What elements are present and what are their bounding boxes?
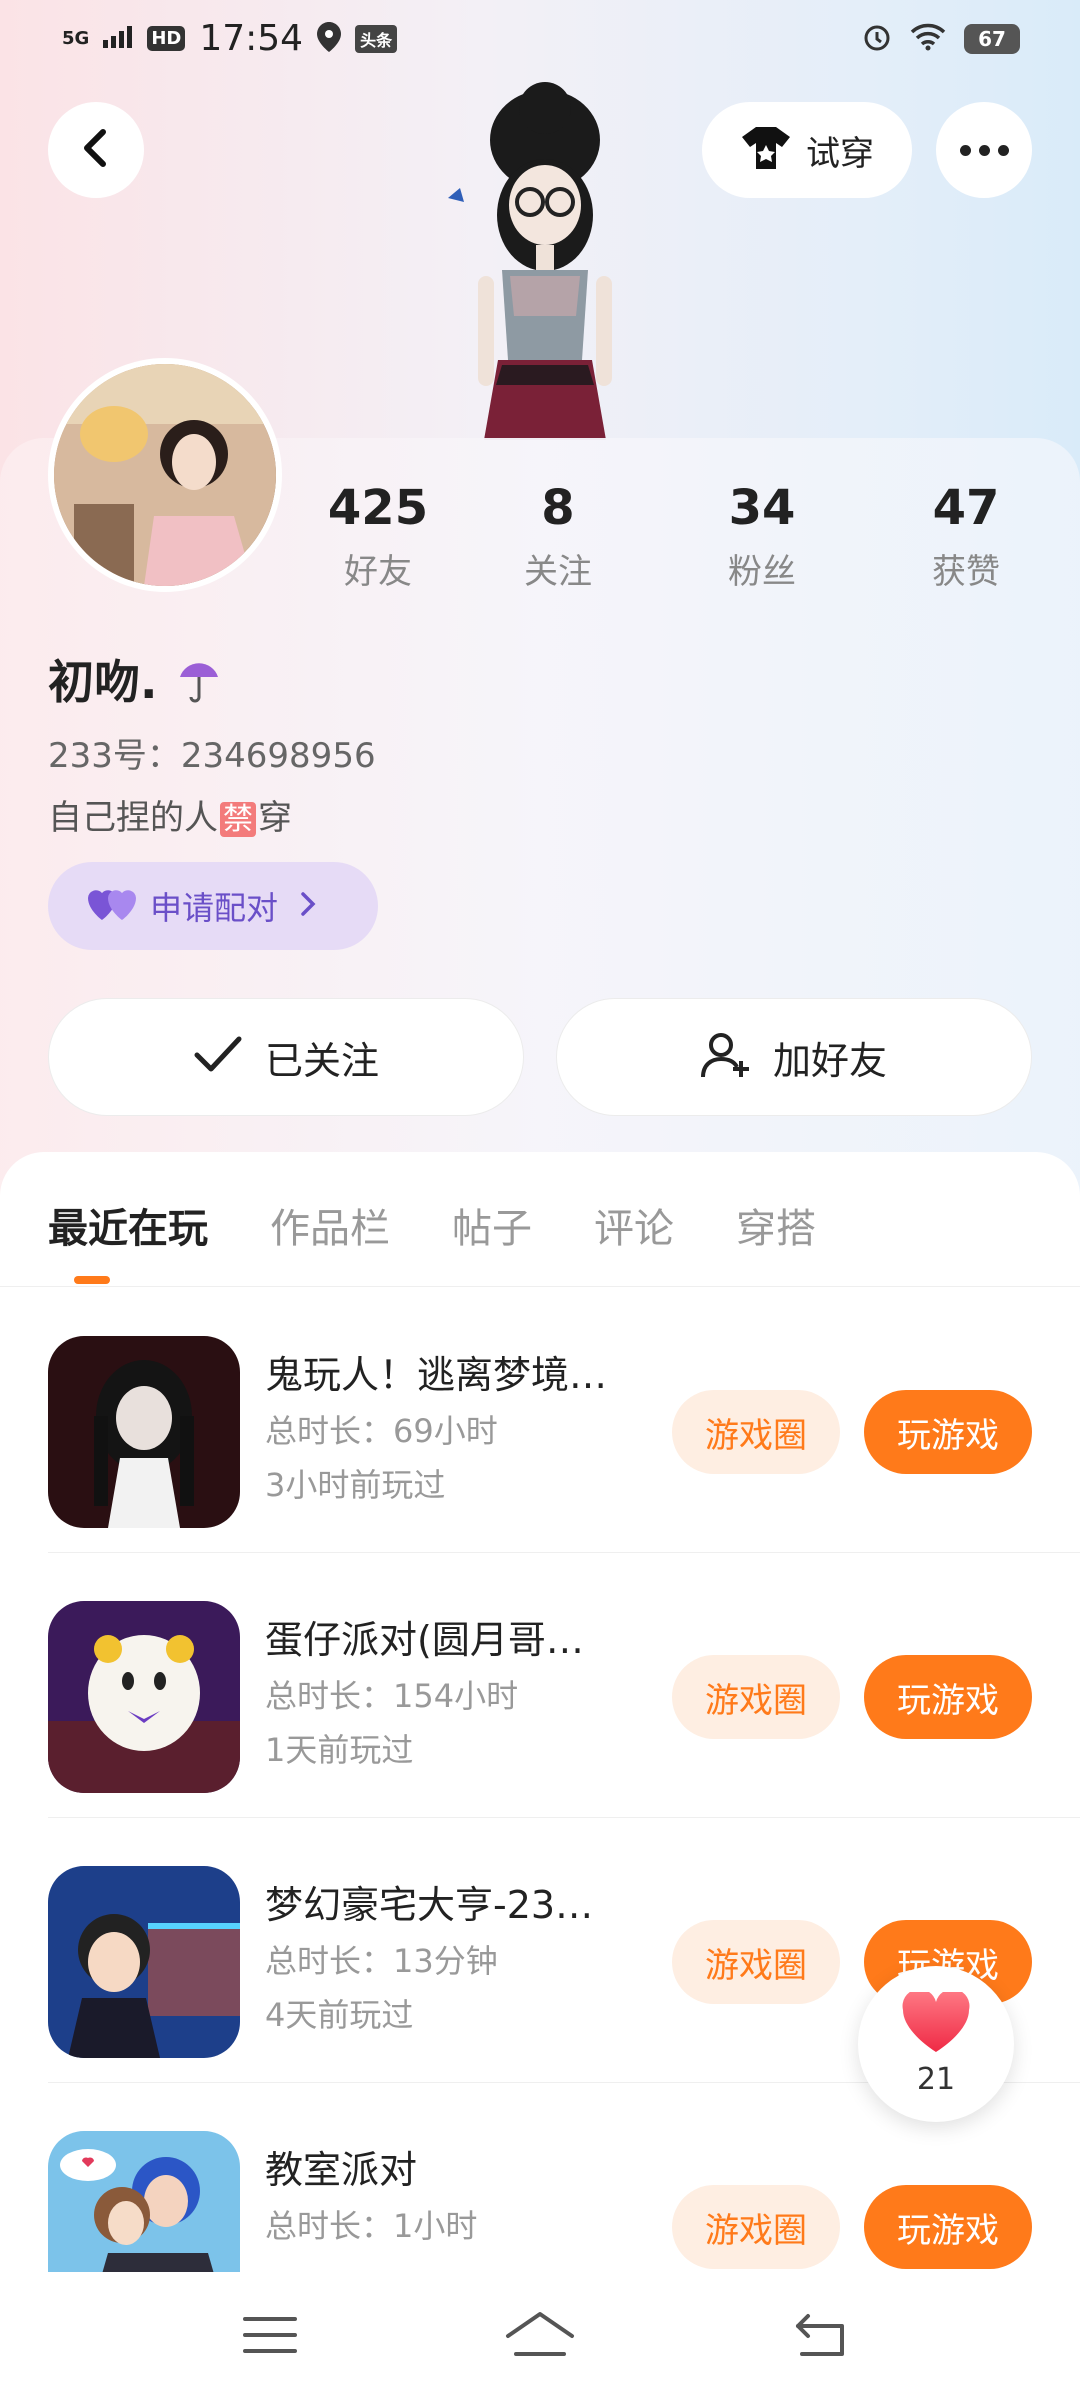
- more-button[interactable]: [936, 102, 1032, 198]
- status-bar: 5G HD 17:54 头条 67: [0, 0, 1080, 84]
- game-last-played: 4天前玩过: [265, 1996, 414, 2034]
- bio: 自己捏的人禁穿: [48, 790, 292, 839]
- system-navigation-bar: [0, 2272, 1080, 2400]
- game-circle-button[interactable]: 游戏圈: [672, 1390, 840, 1474]
- stat-following[interactable]: 8 关注: [478, 480, 638, 593]
- game-last-played: 1天前玩过: [265, 1731, 414, 1769]
- follow-label: 已关注: [264, 1038, 379, 1083]
- game-last-played: 3小时前玩过: [265, 1466, 446, 1504]
- tab-works[interactable]: 作品栏: [270, 1196, 390, 1254]
- stat-value: 8: [541, 480, 575, 536]
- check-icon: [193, 1035, 243, 1079]
- divider: [0, 1286, 1080, 1287]
- stat-fans[interactable]: 34 粉丝: [682, 480, 842, 593]
- nickname-text: 初吻.: [48, 655, 158, 709]
- stat-label: 关注: [524, 552, 592, 592]
- stat-label: 好友: [344, 552, 412, 592]
- stat-likes[interactable]: 47 获赞: [886, 480, 1046, 593]
- play-game-button[interactable]: 玩游戏: [864, 2185, 1032, 2269]
- game-title: 蛋仔派对(圆月哥…: [265, 1618, 584, 1662]
- game-circle-button[interactable]: 游戏圈: [672, 2185, 840, 2269]
- tab-outfits[interactable]: 穿搭: [736, 1196, 816, 1254]
- tab-comments[interactable]: 评论: [594, 1196, 674, 1254]
- game-list-item[interactable]: 鬼玩人！逃离梦境… 总时长：69小时 3小时前玩过 游戏圈 玩游戏: [0, 1288, 1080, 1553]
- tab-indicator: [74, 1276, 110, 1284]
- location-icon: [317, 21, 342, 56]
- network-indicator: 5G: [62, 27, 90, 49]
- game-icon[interactable]: [48, 1601, 240, 1793]
- game-list-item[interactable]: 蛋仔派对(圆月哥… 总时长：154小时 1天前玩过 游戏圈 玩游戏: [0, 1553, 1080, 1818]
- game-duration: 总时长：154小时: [265, 1677, 519, 1715]
- like-button[interactable]: 21: [858, 1966, 1014, 2122]
- stat-label: 获赞: [932, 552, 1000, 592]
- menu-nav-button[interactable]: [230, 2312, 310, 2362]
- stat-friends[interactable]: 425 好友: [298, 480, 458, 593]
- game-title: 鬼玩人！逃离梦境…: [265, 1353, 608, 1397]
- back-button[interactable]: [48, 102, 144, 198]
- tab-posts[interactable]: 帖子: [452, 1196, 532, 1254]
- add-friend-button[interactable]: 加好友: [556, 998, 1032, 1116]
- nickname: 初吻.: [48, 646, 224, 716]
- tab-bar: 最近在玩 作品栏 帖子 评论 穿搭: [48, 1196, 878, 1254]
- stat-value: 425: [327, 480, 429, 536]
- game-title: 梦幻豪宅大亨-23…: [265, 1883, 594, 1927]
- tryon-label: 试穿: [806, 133, 874, 174]
- followed-button[interactable]: 已关注: [48, 998, 524, 1116]
- user-id: 233号：234698956: [48, 736, 376, 776]
- alarm-icon: [862, 22, 892, 56]
- game-duration: 总时长：13分钟: [265, 1942, 498, 1980]
- toutiao-badge: 头条: [355, 24, 398, 53]
- home-icon: [504, 2310, 576, 2364]
- battery-indicator: 67: [964, 24, 1020, 54]
- pair-label: 申请配对: [150, 889, 279, 927]
- heart-icon: [901, 1988, 971, 2058]
- tryon-button[interactable]: 试穿: [702, 102, 912, 198]
- back-nav-button[interactable]: [782, 2312, 862, 2362]
- chevron-left-icon: [81, 128, 111, 172]
- game-circle-button[interactable]: 游戏圈: [672, 1920, 840, 2004]
- tab-recently-played[interactable]: 最近在玩: [48, 1196, 208, 1254]
- play-game-button[interactable]: 玩游戏: [864, 1655, 1032, 1739]
- menu-icon: [243, 2315, 297, 2359]
- bio-badge: 禁: [220, 802, 256, 837]
- bio-text: 自己捏的人: [48, 798, 218, 838]
- like-count: 21: [916, 2061, 956, 2097]
- avatar-figure: [420, 80, 670, 440]
- hd-badge: HD: [147, 26, 186, 51]
- back-arrow-icon: [794, 2312, 850, 2362]
- shirt-icon: [740, 125, 792, 175]
- umbrella-icon: [174, 655, 224, 716]
- home-nav-button[interactable]: [500, 2312, 580, 2362]
- game-circle-button[interactable]: 游戏圈: [672, 1655, 840, 1739]
- double-heart-icon: [88, 886, 138, 926]
- signal-icon: [103, 25, 133, 52]
- pair-request-button[interactable]: 申请配对: [48, 862, 378, 950]
- stat-value: 47: [932, 480, 1000, 536]
- game-title: 教室派对: [265, 2148, 418, 2192]
- stat-label: 粉丝: [728, 552, 796, 592]
- add-friend-label: 加好友: [772, 1038, 887, 1083]
- game-duration: 总时长：1小时: [265, 2207, 478, 2245]
- game-icon[interactable]: [48, 1336, 240, 1528]
- play-game-button[interactable]: 玩游戏: [864, 1390, 1032, 1474]
- status-time: 17:54: [199, 18, 304, 59]
- avatar[interactable]: [48, 358, 282, 592]
- bio-text-end: 穿: [258, 798, 292, 838]
- add-user-icon: [700, 1031, 751, 1083]
- game-icon[interactable]: [48, 1866, 240, 2058]
- stat-value: 34: [728, 480, 796, 536]
- wifi-icon: [910, 23, 946, 55]
- game-duration: 总时长：69小时: [265, 1412, 498, 1450]
- chevron-right-icon: [300, 887, 316, 925]
